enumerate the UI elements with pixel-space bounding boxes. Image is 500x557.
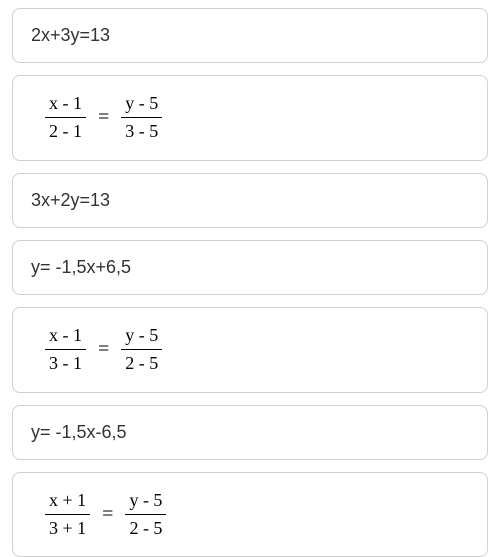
numerator: y - 5 [125,489,166,515]
option-card[interactable]: x - 1 3 - 1 = y - 5 2 - 5 [12,307,488,393]
numerator: x - 1 [45,92,86,118]
equation-text: y= -1,5x+6,5 [31,257,469,278]
fraction-left: x + 1 3 + 1 [45,489,90,541]
option-card[interactable]: y= -1,5x+6,5 [12,240,488,295]
denominator: 2 - 1 [45,118,86,143]
denominator: 3 + 1 [45,515,90,540]
option-card[interactable]: 2x+3y=13 [12,8,488,63]
fraction-left: x - 1 3 - 1 [45,324,86,376]
equals-sign: = [100,503,115,526]
option-card[interactable]: y= -1,5x-6,5 [12,405,488,460]
numerator: x - 1 [45,324,86,350]
numerator: y - 5 [121,324,162,350]
equation-text: y= -1,5x-6,5 [31,422,469,443]
denominator: 2 - 5 [121,350,162,375]
numerator: x + 1 [45,489,90,515]
equals-sign: = [96,106,111,129]
option-card[interactable]: x + 1 3 + 1 = y - 5 2 - 5 [12,472,488,557]
fraction-equation: x + 1 3 + 1 = y - 5 2 - 5 [31,489,469,541]
fraction-right: y - 5 3 - 5 [121,92,162,144]
denominator: 3 - 5 [121,118,162,143]
option-card[interactable]: x - 1 2 - 1 = y - 5 3 - 5 [12,75,488,161]
denominator: 3 - 1 [45,350,86,375]
fraction-equation: x - 1 2 - 1 = y - 5 3 - 5 [31,92,469,144]
denominator: 2 - 5 [125,515,166,540]
fraction-left: x - 1 2 - 1 [45,92,86,144]
equals-sign: = [96,338,111,361]
fraction-right: y - 5 2 - 5 [125,489,166,541]
fraction-equation: x - 1 3 - 1 = y - 5 2 - 5 [31,324,469,376]
option-card[interactable]: 3x+2y=13 [12,173,488,228]
equation-text: 3x+2y=13 [31,190,469,211]
fraction-right: y - 5 2 - 5 [121,324,162,376]
numerator: y - 5 [121,92,162,118]
equation-text: 2x+3y=13 [31,25,469,46]
